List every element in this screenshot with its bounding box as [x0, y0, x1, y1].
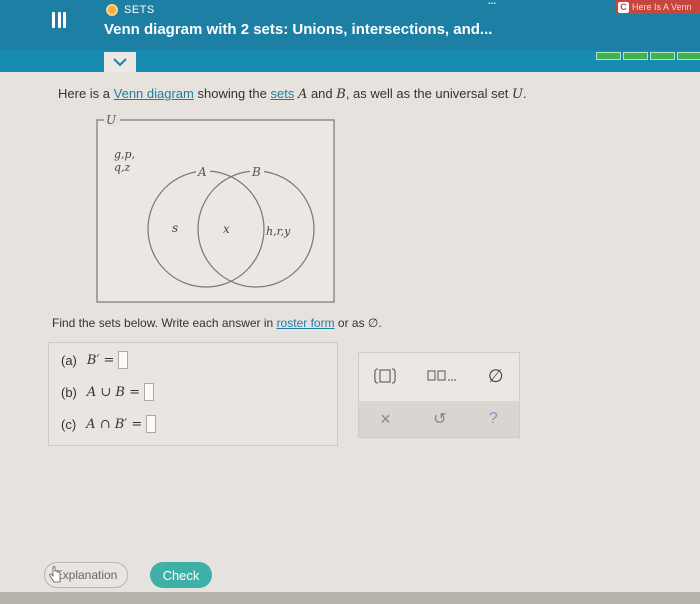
topic-status-icon	[106, 4, 118, 16]
outside-elements-line2: q,z	[114, 161, 131, 174]
answer-panel: (a) B′ = (b) A ∪ B = (c) A ∩ B′ =	[48, 342, 338, 446]
answer-input-c[interactable]	[146, 415, 157, 433]
tab-badge-icon: C	[618, 1, 629, 13]
answer-label: (a)	[61, 352, 77, 368]
footer-shade	[0, 592, 700, 604]
only-a-elements: s	[172, 221, 178, 235]
only-b-elements: h,r,y	[266, 225, 291, 238]
progress-segment	[596, 52, 621, 60]
check-button[interactable]: Check	[150, 562, 212, 588]
instructions-text: or as ∅.	[334, 316, 382, 330]
progress-segment	[677, 52, 700, 60]
progress-bar	[596, 52, 700, 60]
instructions: Find the sets below. Write each answer i…	[52, 316, 382, 330]
roster-form-link[interactable]: roster form	[277, 316, 335, 330]
answer-row-a: (a) B′ =	[61, 351, 129, 369]
answer-expression: A ∩ B′ =	[86, 416, 143, 432]
answer-row-b: (b) A ∪ B =	[61, 383, 155, 401]
prompt-text: and	[307, 86, 337, 101]
answer-label: (c)	[61, 416, 77, 432]
venn-diagram-link[interactable]: Venn diagram	[114, 86, 194, 101]
toolbox-actions: × ↺ ?	[359, 401, 519, 437]
math-toolbox: ∅ × ↺ ?	[358, 352, 520, 438]
progress-segment	[623, 52, 648, 60]
set-b-var: B	[336, 87, 346, 102]
empty-set-icon[interactable]: ∅	[488, 366, 504, 387]
instructions-text: Find the sets below. Write each answer i…	[52, 316, 277, 330]
help-icon[interactable]: ?	[489, 410, 498, 428]
chevron-down-icon	[113, 57, 127, 66]
answer-input-b[interactable]	[144, 383, 155, 401]
header-bar: SETS Venn diagram with 2 sets: Unions, i…	[0, 0, 700, 50]
tab-badge[interactable]: C Here Is A Venn	[616, 0, 700, 14]
outside-elements-line1: g,p,	[114, 148, 135, 161]
answer-row-c: (c) A ∩ B′ =	[61, 415, 157, 433]
answer-input-a[interactable]	[118, 351, 129, 369]
answer-label: (b)	[61, 384, 77, 400]
universal-label: U	[106, 114, 117, 127]
prompt-text: showing the	[193, 86, 271, 101]
curly-braces-icon[interactable]	[374, 367, 397, 385]
expand-button[interactable]	[104, 52, 136, 72]
prompt-text: , as well as the universal set	[345, 86, 513, 101]
intersection-elements: x	[223, 222, 230, 236]
list-icon[interactable]	[427, 369, 457, 383]
topic-row: SETS	[106, 4, 155, 16]
undo-icon[interactable]: ↺	[433, 409, 446, 429]
toolbox-tools: ∅	[359, 353, 519, 399]
progress-segment	[650, 52, 675, 60]
venn-diagram: U g,p, q,z A B s x h,r,y	[96, 114, 335, 303]
prompt-text: .	[523, 86, 527, 101]
question-prompt: Here is a Venn diagram showing the sets …	[58, 86, 527, 102]
universal-set-var: U	[512, 87, 523, 102]
topic-label: SETS	[124, 4, 155, 16]
hand-cursor-icon	[49, 566, 61, 583]
x-icon[interactable]: ×	[380, 409, 391, 430]
set-a-label: A	[197, 165, 207, 179]
set-b-label: B	[251, 165, 261, 179]
answer-expression: B′ =	[86, 352, 115, 368]
lesson-title: Venn diagram with 2 sets: Unions, inters…	[104, 21, 493, 38]
prompt-text: Here is a	[58, 86, 114, 101]
sets-link[interactable]: sets	[270, 86, 294, 101]
user-name[interactable]: ...	[488, 0, 496, 7]
tab-badge-text: Here Is A Venn	[632, 2, 692, 12]
set-a-var: A	[297, 87, 308, 102]
menu-icon[interactable]	[52, 12, 66, 28]
answer-expression: A ∪ B =	[86, 384, 141, 400]
